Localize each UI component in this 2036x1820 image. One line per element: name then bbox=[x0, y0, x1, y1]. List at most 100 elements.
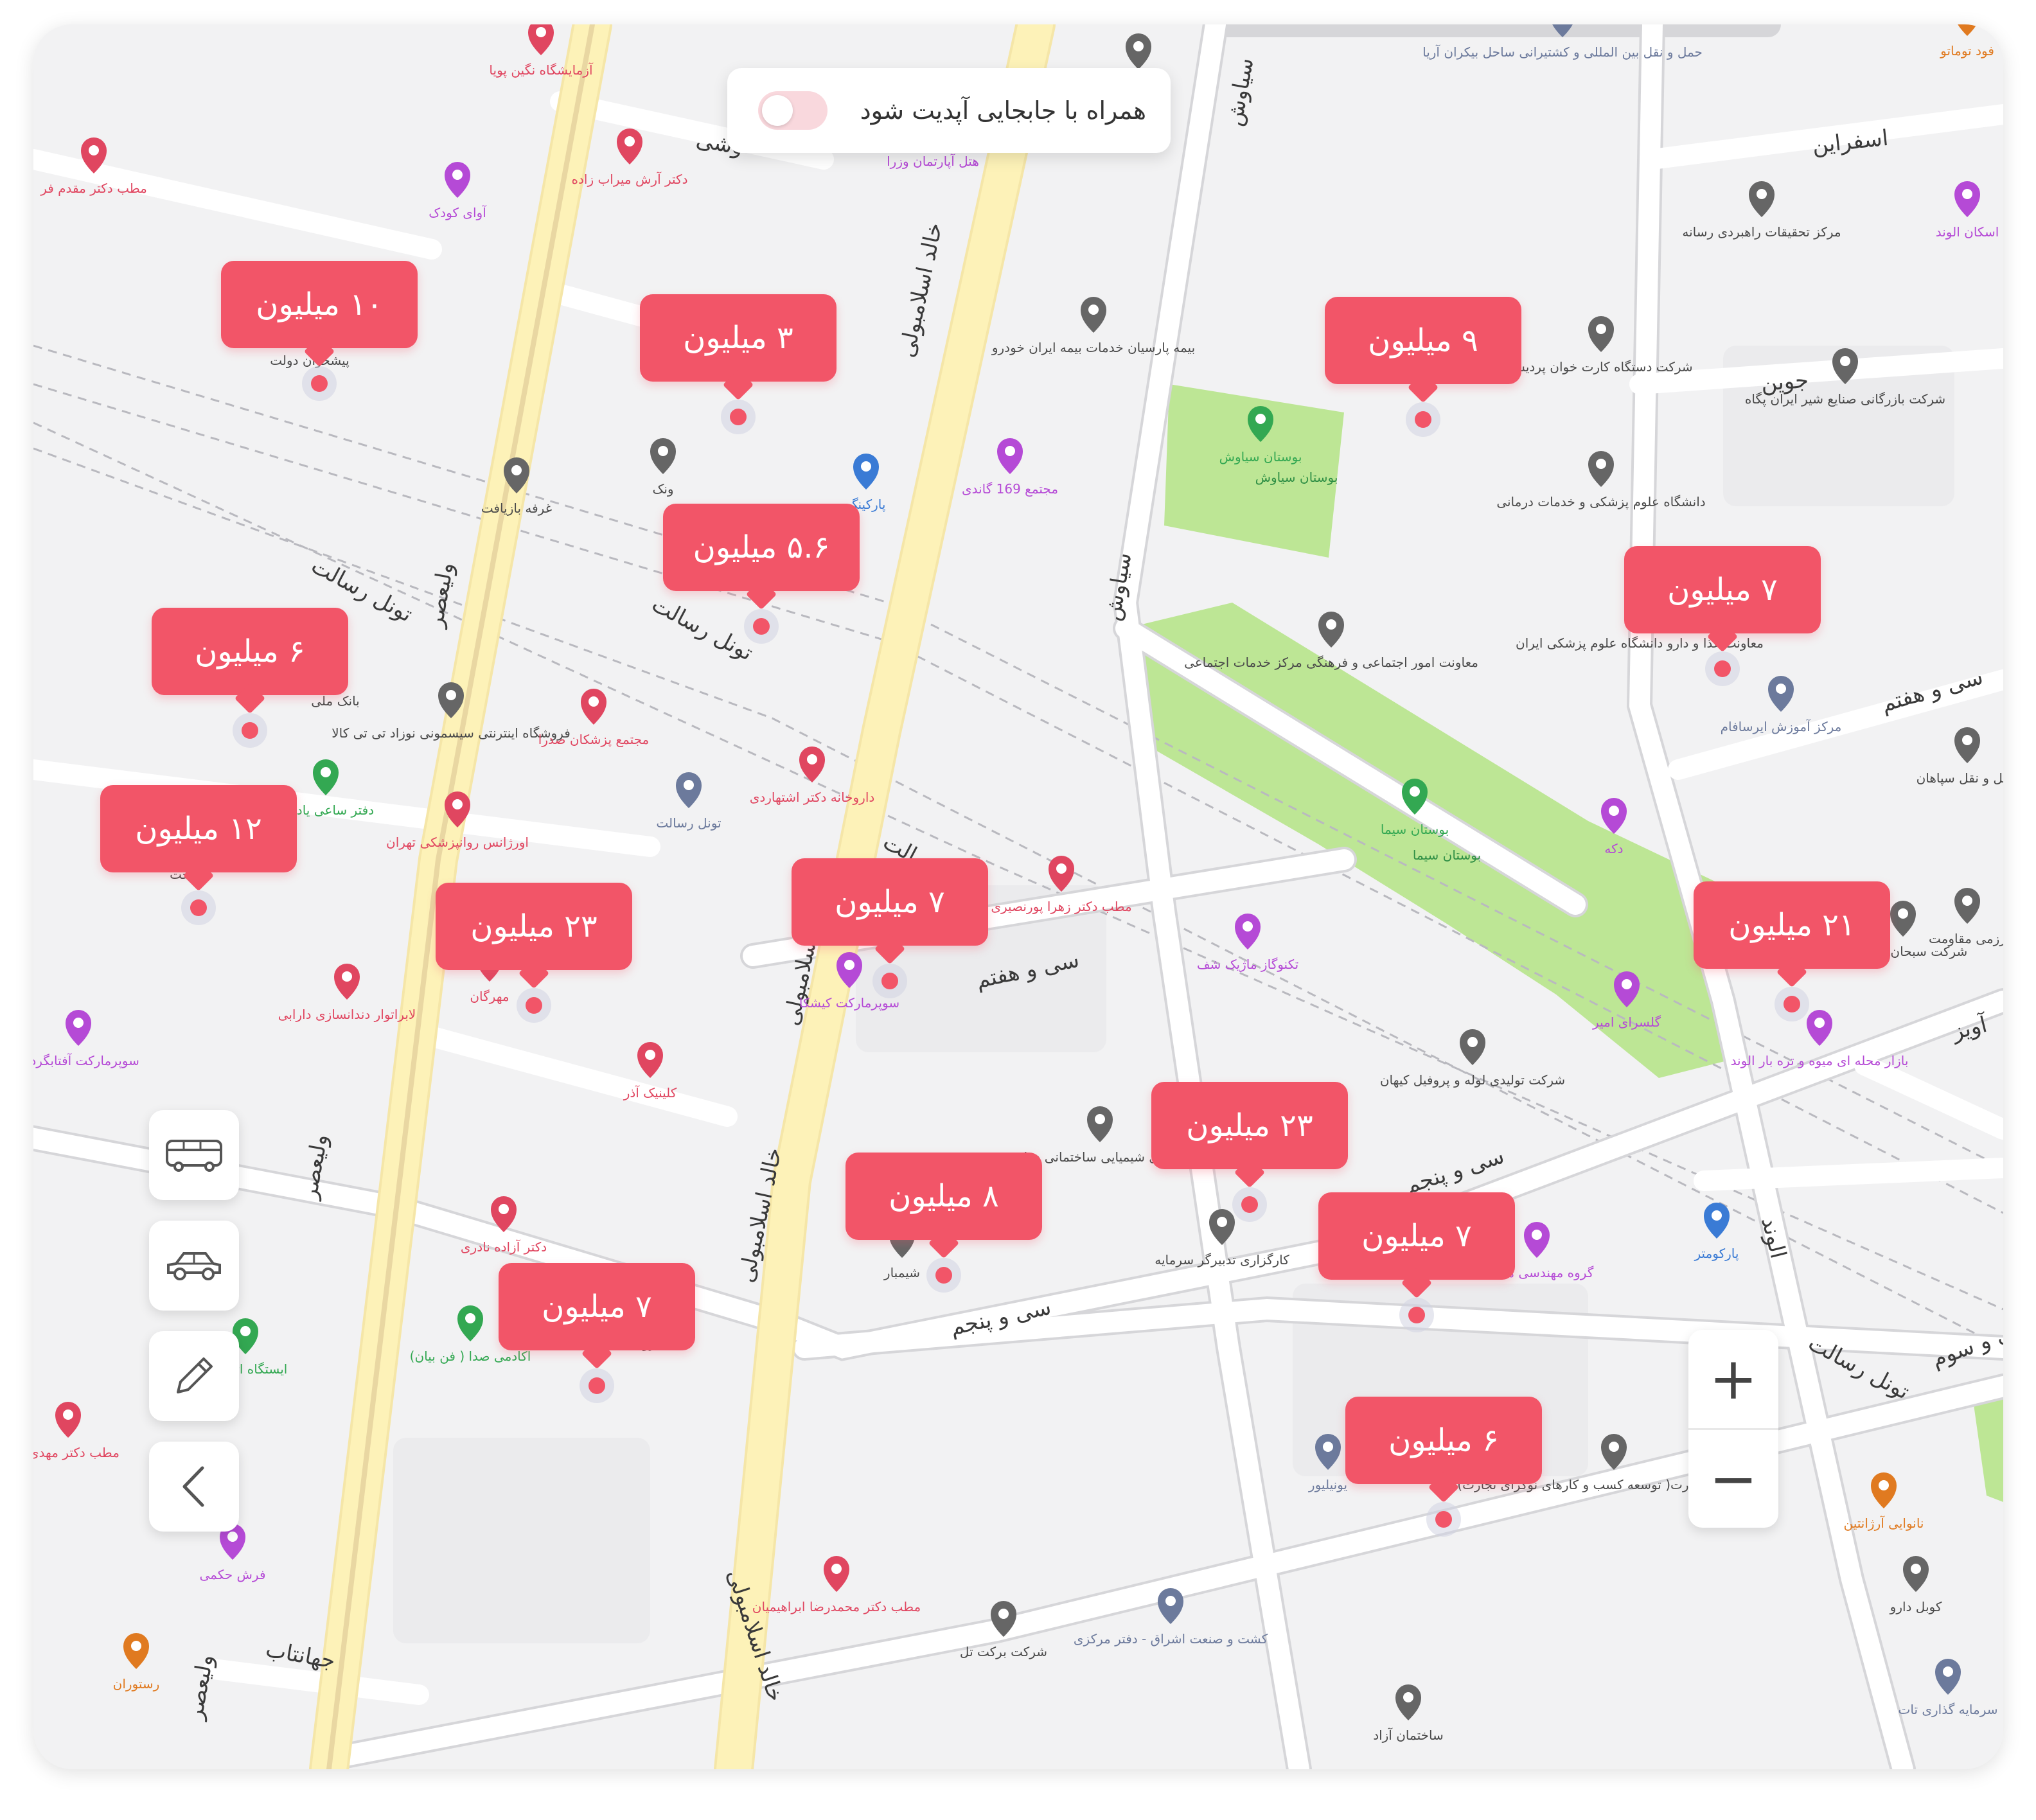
price-label: ۶ میلیون bbox=[1345, 1397, 1542, 1503]
poi-label: سرمایه گذاری تات bbox=[1899, 1702, 1998, 1717]
poi-icon-glyph bbox=[1776, 684, 1786, 694]
poi-marker[interactable]: فروشگاه اینترنتی سیسمونی نوزاد تی تی کال… bbox=[332, 682, 571, 741]
poi-marker[interactable]: دکه bbox=[1601, 798, 1627, 856]
poi-marker[interactable]: شرکت تولیدی لوله و پروفیل کیهان bbox=[1380, 1029, 1565, 1088]
poi-icon-glyph bbox=[452, 170, 463, 180]
poi-marker[interactable]: مجتمع پزشکان صدرا bbox=[538, 689, 649, 748]
price-marker[interactable]: ۲۱ میلیون bbox=[1694, 881, 1890, 1012]
poi-icon-glyph bbox=[1814, 1018, 1825, 1028]
poi-marker[interactable]: کوبل دارو bbox=[1890, 1556, 1942, 1614]
poi-label: یونیلیور bbox=[1308, 1477, 1347, 1492]
poi-icon-glyph bbox=[645, 1050, 655, 1060]
price-marker[interactable]: ۷ میلیون bbox=[499, 1263, 695, 1394]
poi-icon-glyph bbox=[1243, 921, 1253, 932]
price-marker[interactable]: ۲۳ میلیون bbox=[1151, 1082, 1348, 1213]
zoom-out-button[interactable]: − bbox=[1688, 1430, 1778, 1528]
poi-marker[interactable]: فود توماتو bbox=[1940, 24, 1994, 58]
poi-icon-glyph bbox=[1962, 896, 1972, 906]
poi-icon-glyph bbox=[240, 1326, 251, 1336]
map-container[interactable]: خالد اسلامبولی خالد اسلامبولی خالد اسلام… bbox=[33, 24, 2003, 1769]
poi-marker[interactable]: ونک bbox=[650, 438, 676, 497]
poi-marker[interactable]: نانوایی آرژانتین bbox=[1844, 1472, 1924, 1531]
price-marker[interactable]: ۷ میلیون bbox=[792, 858, 988, 989]
poi-label: دکتر آزاده نادری bbox=[461, 1239, 547, 1255]
poi-marker[interactable]: رزمی مقاومت bbox=[1929, 888, 2003, 946]
poi-label: مطب دکتر مهدی م bbox=[33, 1445, 120, 1460]
poi-marker[interactable]: سوپرمارکت آفتابگردان bbox=[33, 1010, 139, 1069]
poi-icon-glyph bbox=[63, 1409, 73, 1420]
collapse-panel-button[interactable] bbox=[149, 1442, 239, 1532]
poi-marker[interactable]: فرش حکمی bbox=[199, 1524, 266, 1582]
poi-label: شرکت برکت تل bbox=[960, 1644, 1047, 1659]
poi-label: مرکز تحقیقات راهبردی رسانه bbox=[1682, 224, 1841, 240]
poi-label: کشت و صنعت اشراق - دفتر مرکزی bbox=[1074, 1631, 1268, 1647]
price-label: ۷ میلیون bbox=[792, 858, 988, 965]
bus-icon bbox=[166, 1140, 222, 1172]
poi-marker[interactable]: آوای کودک bbox=[429, 162, 487, 220]
poi-label: مجتمع 169 گاندی bbox=[962, 481, 1058, 497]
poi-icon-glyph bbox=[499, 1204, 509, 1214]
draw-area-button[interactable] bbox=[149, 1331, 239, 1421]
poi-label: بوستان سیما bbox=[1381, 822, 1449, 837]
zoom-in-button[interactable]: + bbox=[1688, 1330, 1778, 1427]
poi-icon-glyph bbox=[1879, 1480, 1889, 1490]
price-marker[interactable]: ۱۰ میلیون bbox=[221, 261, 418, 392]
price-label: ۷ میلیون bbox=[499, 1263, 695, 1370]
poi-label: مطب دکتر مقدم فر bbox=[40, 181, 147, 196]
poi-marker[interactable]: لابراتوار دندانسازی دارابی bbox=[278, 964, 416, 1022]
price-marker[interactable]: ۷ میلیون bbox=[1318, 1192, 1515, 1323]
svg-text:تونل رسالت: تونل رسالت bbox=[648, 592, 757, 666]
price-location-dot bbox=[753, 618, 770, 635]
poi-icon-glyph bbox=[1532, 1230, 1542, 1240]
poi-icon-glyph bbox=[998, 1609, 1009, 1619]
svg-text:ولیعصر: ولیعصر bbox=[182, 1652, 218, 1722]
poi-icon-glyph bbox=[227, 1532, 238, 1542]
poi-marker[interactable]: مرکز تحقیقات راهبردی رسانه bbox=[1682, 181, 1841, 240]
poi-marker[interactable]: دانشگاه علوم پزشکی و خدمات درمانی bbox=[1496, 451, 1706, 510]
poi-marker[interactable]: پارکومتر bbox=[1694, 1203, 1739, 1262]
poi-marker[interactable]: مرکز آموزش ایرسافام bbox=[1721, 676, 1842, 734]
poi-marker[interactable]: سرمایه گذاری تات bbox=[1899, 1659, 1998, 1717]
poi-marker[interactable]: کارگزاری تدبیرگر سرمایه bbox=[1155, 1209, 1289, 1268]
shop-icon bbox=[1958, 24, 1977, 36]
poi-label: اسکان الوند bbox=[1936, 224, 1999, 240]
price-marker[interactable]: ۳ میلیون bbox=[640, 294, 837, 425]
price-location-dot bbox=[1415, 411, 1431, 428]
price-marker[interactable]: ۵.۶ میلیون bbox=[663, 504, 860, 635]
price-marker[interactable]: ۹ میلیون bbox=[1325, 297, 1521, 428]
price-marker[interactable]: ۷ میلیون bbox=[1624, 546, 1821, 677]
poi-label: رزمی مقاومت bbox=[1929, 931, 2003, 946]
poi-icon-glyph bbox=[589, 696, 599, 707]
price-marker[interactable]: ۲۳ میلیون bbox=[436, 883, 632, 1014]
car-mode-button[interactable] bbox=[149, 1221, 239, 1311]
poi-marker[interactable]: مجتمع 169 گاندی bbox=[962, 438, 1058, 497]
price-label: ۱۰ میلیون bbox=[221, 261, 418, 367]
poi-marker[interactable]: ساختمان آزاد bbox=[1373, 1684, 1444, 1743]
poi-marker[interactable]: شرکت دستگاه کارت خوان پردیس bbox=[1509, 316, 1693, 375]
price-location-dot bbox=[190, 899, 207, 916]
price-marker[interactable]: ۸ میلیون bbox=[845, 1153, 1042, 1284]
poi-icon-glyph bbox=[342, 971, 352, 982]
poi-marker[interactable]: حمل و نقل سپاهان bbox=[1916, 727, 2003, 786]
poi-marker[interactable]: مطب دکتر محمدرضا ابراهیمیان bbox=[752, 1556, 921, 1614]
poi-icon-glyph bbox=[1217, 1217, 1227, 1227]
pencil-icon bbox=[177, 1357, 213, 1393]
price-marker[interactable]: ۶ میلیون bbox=[152, 608, 348, 739]
price-location-dot bbox=[311, 375, 328, 392]
poi-marker[interactable]: اسکان الوند bbox=[1936, 181, 1999, 240]
price-marker[interactable]: ۱۲ میلیون bbox=[100, 785, 297, 916]
poi-label: نانوایی آرژانتین bbox=[1844, 1515, 1924, 1531]
poi-marker[interactable]: تونل رسالت bbox=[656, 772, 721, 831]
price-location-dot bbox=[1714, 660, 1731, 677]
price-label: ۸ میلیون bbox=[845, 1153, 1042, 1259]
poi-marker[interactable]: رستوران bbox=[113, 1633, 160, 1692]
poi-label: معاونت امور اجتماعی و فرهنگی مرکز خدمات … bbox=[1184, 655, 1478, 670]
live-update-switch[interactable] bbox=[758, 91, 828, 130]
bus-mode-button[interactable] bbox=[149, 1110, 239, 1200]
poi-marker[interactable]: مطب دکتر مهدی م bbox=[33, 1402, 120, 1460]
poi-icon-glyph bbox=[1403, 1692, 1413, 1702]
price-marker[interactable]: ۶ میلیون bbox=[1345, 1397, 1542, 1528]
live-update-toggle-box[interactable]: همراه با جابجایی آپدیت شود bbox=[727, 68, 1171, 153]
poi-marker[interactable]: کلینیک آذر bbox=[623, 1042, 677, 1100]
poi-label: هتل آپارتمان وزرا bbox=[887, 153, 979, 170]
